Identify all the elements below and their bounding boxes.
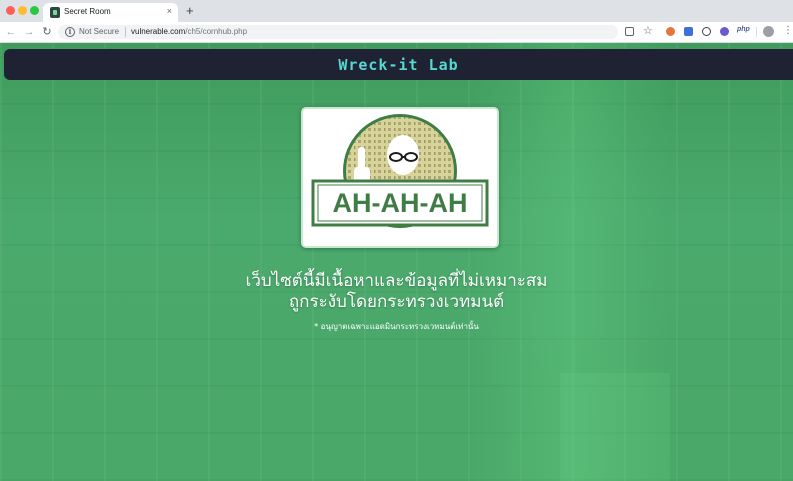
blocked-message-line-1: เว็บไซต์นี้มีเนื้อหาและข้อมูลที่ไม่เหมาะ… bbox=[245, 271, 548, 291]
window-minimize-button[interactable] bbox=[18, 6, 27, 15]
security-label[interactable]: Not Secure bbox=[79, 27, 119, 37]
window-close-button[interactable] bbox=[6, 6, 15, 15]
tab-title: Secret Room bbox=[64, 7, 111, 16]
ah-ah-ah-logo: AH-AH-AH bbox=[301, 107, 499, 248]
url-separator bbox=[125, 27, 126, 37]
address-bar[interactable]: i Not Secure vulnerable.com/ch5/cornhub.… bbox=[58, 25, 618, 39]
favicon-icon bbox=[50, 7, 60, 18]
back-arrow-icon[interactable]: ← bbox=[4, 25, 18, 39]
forward-arrow-icon[interactable]: → bbox=[22, 25, 36, 39]
admin-only-note: * อนุญาตเฉพาะแอดมินกระทรวงเวทมนต์เท่านั้… bbox=[314, 322, 479, 331]
php-extension-icon[interactable]: php bbox=[737, 26, 750, 33]
purple-extension-icon[interactable] bbox=[720, 27, 729, 36]
profile-avatar-icon[interactable] bbox=[763, 26, 774, 37]
toolbar-divider bbox=[756, 27, 757, 37]
translate-icon[interactable] bbox=[625, 27, 634, 36]
logo-graphic: AH-AH-AH bbox=[311, 114, 489, 228]
blocked-message-line-2: ถูกระงับโดยกระทรวงเวทมนต์ bbox=[288, 292, 505, 312]
browser-tab[interactable]: Secret Room × bbox=[43, 3, 178, 22]
menu-kebab-icon[interactable]: ⋮ bbox=[783, 25, 793, 37]
orange-extension-icon[interactable] bbox=[666, 27, 675, 36]
logo-text: AH-AH-AH bbox=[333, 188, 468, 218]
new-tab-icon[interactable]: + bbox=[186, 3, 194, 19]
blue-extension-icon[interactable] bbox=[684, 27, 693, 36]
url-text[interactable]: vulnerable.com/ch5/cornhub.php bbox=[131, 27, 247, 37]
background-glow-lower bbox=[560, 373, 670, 481]
tab-close-icon[interactable]: × bbox=[167, 6, 172, 17]
url-path: /ch5/cornhub.php bbox=[185, 27, 248, 36]
blocked-message: เว็บไซต์นี้มีเนื้อหาและข้อมูลที่ไม่เหมาะ… bbox=[0, 271, 793, 313]
reload-icon[interactable]: ↻ bbox=[40, 25, 54, 39]
browser-tab-bar: Secret Room × + bbox=[0, 0, 793, 22]
page-content: Wreck-it Lab AH-AH-AH เว็บไซต์นี้มีเนื้อ… bbox=[0, 43, 793, 481]
bookmark-star-icon[interactable]: ☆ bbox=[643, 25, 653, 37]
site-header: Wreck-it Lab bbox=[4, 49, 793, 80]
info-icon[interactable]: i bbox=[65, 27, 75, 37]
window-maximize-button[interactable] bbox=[30, 6, 39, 15]
url-host: vulnerable.com bbox=[131, 27, 186, 36]
ring-extension-icon[interactable] bbox=[702, 27, 711, 36]
site-title: Wreck-it Lab bbox=[338, 56, 459, 74]
